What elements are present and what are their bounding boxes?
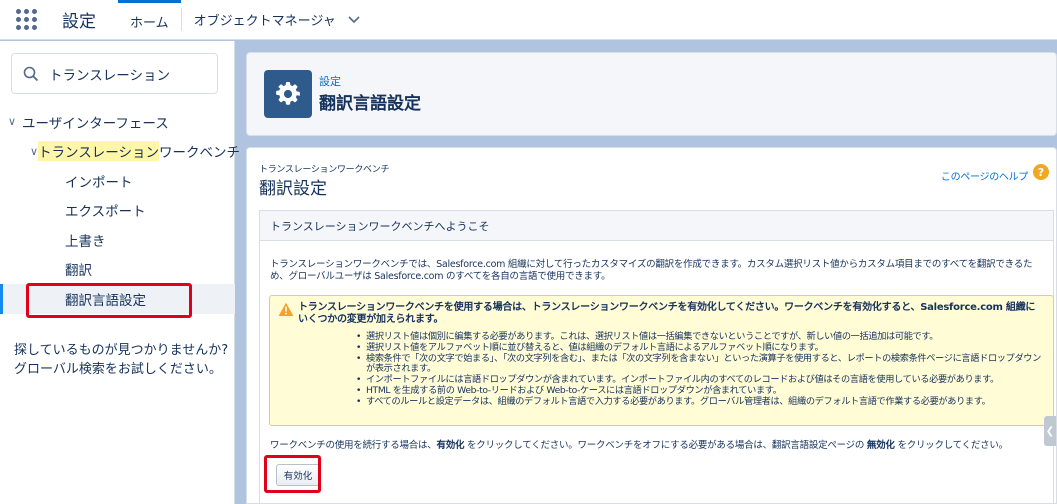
not-found-help-text: 探しているものが見つかりませんか? グローバル検索をお試しください。 <box>14 343 229 377</box>
continue-instructions: ワークベンチの使用を続行する場合は、有効化 をクリックしてください。ワークベンチ… <box>270 440 1050 452</box>
enable-button[interactable]: 有効化 <box>276 464 320 486</box>
tree-node-label: ユーザインターフェース <box>22 115 169 132</box>
search-icon <box>23 66 39 81</box>
continue-text: をクリックしてください。ワークベンチをオフにする必要がある場合は、翻訳言語設定ペ… <box>464 440 867 451</box>
tree-item-import[interactable]: インポート <box>0 166 235 196</box>
tree-item-override[interactable]: 上書き <box>0 225 235 255</box>
page-help-link[interactable]: このページのヘルプ <box>941 168 1028 183</box>
page-title: 翻訳言語設定 <box>319 94 421 114</box>
chevron-down-icon[interactable]: ∨ <box>30 145 38 158</box>
list-item: 検索条件で「次の文字で始まる」、「次の文字列を含む」、または「次の文字列を含まな… <box>356 353 1046 376</box>
tree-item-translation-language-settings[interactable]: 翻訳言語設定 <box>0 284 235 314</box>
tree-item-export[interactable]: エクスポート <box>0 196 235 226</box>
app-launcher-button[interactable] <box>0 0 52 39</box>
warning-list: 選択リスト値は個別に編集する必要があります。これは、選択リスト値は一括編集できな… <box>356 331 1046 408</box>
disable-word: 無効化 <box>866 440 895 451</box>
app-name: 設定 <box>62 12 96 32</box>
list-item: 選択リスト値をアルファベット順に並び替えると、値は組織のデフォルト言語によるアル… <box>356 342 1046 354</box>
top-navigation-bar: 設定 ホーム オブジェクトマネージャ <box>0 0 1057 40</box>
panel-title: トランスレーションワークベンチへようこそ <box>260 211 1053 241</box>
setup-gear-icon <box>264 70 312 118</box>
intro-text: トランスレーションワークベンチでは、Salesforce.com 組織に対して行… <box>270 259 1033 282</box>
search-highlight: トランスレーション <box>38 141 160 162</box>
warning-title: トランスレーションワークベンチを使用する場合は、トランスレーションワークベンチを… <box>298 302 1036 325</box>
setup-sidebar: ∨ ユーザインターフェース ∨ トランスレーションワークベンチ インポート エク… <box>0 41 240 504</box>
quick-find-box[interactable] <box>11 53 218 94</box>
enable-word: 有効化 <box>436 440 465 451</box>
breadcrumb[interactable]: 設定 <box>319 73 341 89</box>
tree-node-user-interface[interactable]: ∨ ユーザインターフェース <box>0 107 235 137</box>
tree-node-label: ワークベンチ <box>159 145 241 162</box>
tab-home[interactable]: ホーム <box>118 0 181 39</box>
warning-icon <box>278 302 294 316</box>
quick-find-input[interactable] <box>49 65 209 82</box>
page-header: 設定 翻訳言語設定 <box>246 52 1057 136</box>
tab-object-manager[interactable]: オブジェクトマネージャ <box>182 0 372 39</box>
welcome-panel: トランスレーションワークベンチへようこそ トランスレーションワークベンチでは、S… <box>259 210 1054 504</box>
warning-box: トランスレーションワークベンチを使用する場合は、トランスレーションワークベンチを… <box>269 295 1054 426</box>
chevron-down-icon[interactable] <box>348 15 360 24</box>
help-icon[interactable]: ? <box>1033 164 1049 180</box>
app-launcher-icon <box>15 9 37 30</box>
panel-collapse-handle[interactable]: ❮ <box>1044 416 1056 446</box>
tree-item-translate[interactable]: 翻訳 <box>0 255 235 285</box>
tab-object-manager-label: オブジェクトマネージャ <box>193 14 336 29</box>
continue-text: ワークベンチの使用を続行する場合は、 <box>270 440 437 451</box>
setup-tree: ∨ ユーザインターフェース ∨ トランスレーション ワークベンチ インポート エク… <box>0 107 240 314</box>
continue-text: をクリックしてください。 <box>894 440 1008 451</box>
chevron-down-icon[interactable]: ∨ <box>8 115 22 128</box>
content-card: トランスレーションワークベンチ 翻訳設定 このページのヘルプ ? トランスレーシ… <box>246 147 1057 504</box>
list-item: すべてのルールと設定データは、組織のデフォルト言語で入力する必要があります。グロ… <box>356 396 1046 408</box>
tree-node-translation-workbench[interactable]: ∨ トランスレーション ワークベンチ <box>0 137 240 167</box>
section-title: 翻訳設定 <box>259 179 327 199</box>
